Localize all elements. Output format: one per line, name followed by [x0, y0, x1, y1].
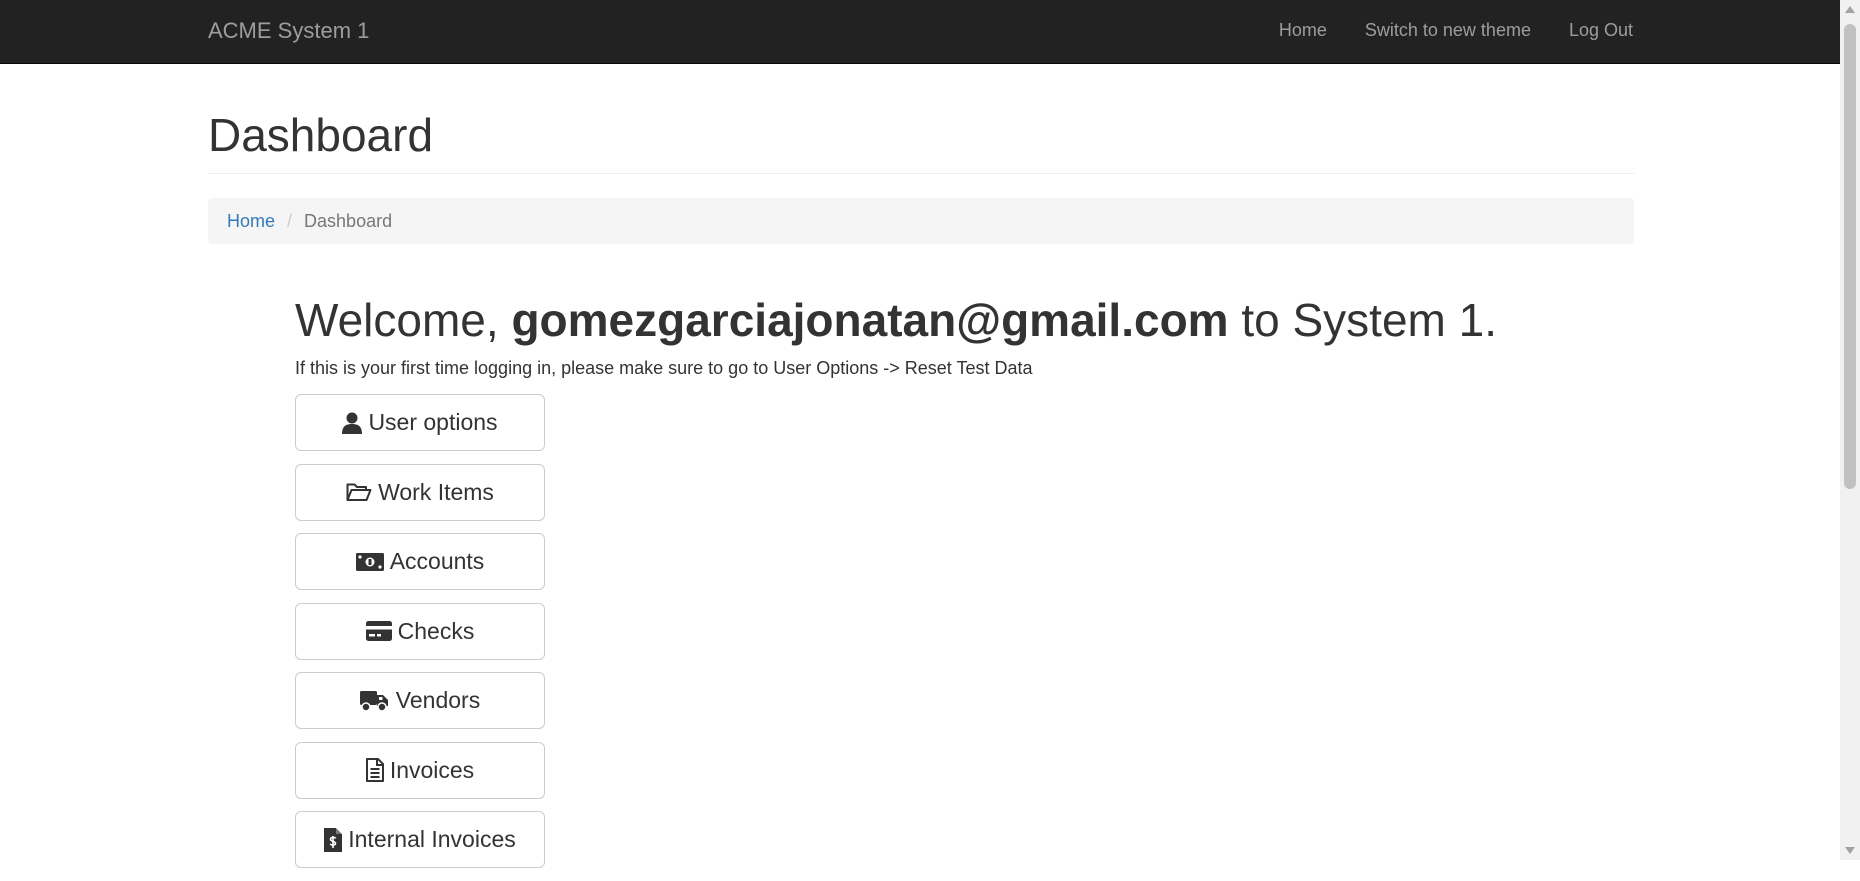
vertical-scrollbar[interactable] [1840, 0, 1860, 860]
user-icon [342, 412, 363, 434]
credit-card-icon [365, 621, 392, 641]
breadcrumb: Home / Dashboard [208, 198, 1634, 244]
internal-invoices-label: Internal Invoices [348, 826, 516, 852]
nav-switch-theme-link[interactable]: Switch to new theme [1365, 20, 1531, 41]
title-divider [208, 173, 1634, 174]
checks-button[interactable]: Checks [295, 602, 545, 660]
welcome-heading: Welcome, gomezgarciajonatan@gmail.com to… [295, 293, 1497, 347]
brand-link[interactable]: ACME System 1 [208, 18, 369, 44]
user-email: gomezgarciajonatan@gmail.com [511, 294, 1229, 346]
page-title: Dashboard [208, 109, 434, 161]
scroll-thumb[interactable] [1844, 24, 1856, 489]
vendors-label: Vendors [395, 687, 481, 713]
welcome-suffix: to System 1. [1228, 294, 1498, 346]
checks-label: Checks [397, 617, 475, 644]
scroll-down-arrow-icon[interactable] [1845, 847, 1855, 854]
invoices-button[interactable]: Invoices [295, 741, 545, 799]
breadcrumb-home-link[interactable]: Home [227, 211, 275, 232]
user-options-label: User options [368, 409, 498, 435]
breadcrumb-current: Dashboard [304, 211, 393, 231]
scroll-up-arrow-icon[interactable] [1845, 6, 1855, 13]
user-options-button[interactable]: User options [295, 394, 545, 451]
invoices-label: Invoices [389, 756, 475, 783]
top-navbar: ACME System 1 Home Switch to new theme L… [0, 0, 1840, 64]
work-items-label: Work Items [378, 478, 494, 505]
nav-home-link[interactable]: Home [1279, 20, 1327, 41]
internal-invoices-button[interactable]: Internal Invoices [295, 811, 545, 868]
file-text-icon [365, 758, 384, 782]
money-bill-icon [355, 552, 384, 571]
nav-logout-link[interactable]: Log Out [1569, 20, 1633, 41]
breadcrumb-separator: / [287, 211, 293, 231]
folder-open-icon [346, 482, 372, 502]
first-login-hint: If this is your first time logging in, p… [295, 358, 1033, 378]
vendors-button[interactable]: Vendors [295, 672, 545, 729]
file-invoice-dollar-icon [324, 827, 343, 852]
nav-links: Home Switch to new theme Log Out [1279, 20, 1633, 41]
dashboard-button-list: User options Work Items Accounts Checks … [295, 394, 545, 881]
welcome-prefix: Welcome, [295, 294, 512, 346]
accounts-button[interactable]: Accounts [295, 533, 545, 590]
work-items-button[interactable]: Work Items [295, 463, 545, 521]
truck-icon [359, 690, 390, 712]
accounts-label: Accounts [389, 548, 485, 574]
